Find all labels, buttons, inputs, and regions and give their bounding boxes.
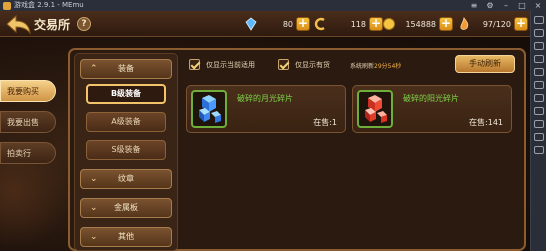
category-equipment[interactable]: ⌃ 装备 bbox=[80, 59, 172, 79]
gold-coin-icon bbox=[383, 18, 395, 30]
category-equipment-label: 装备 bbox=[118, 64, 134, 73]
settings-icon[interactable]: ⚙ bbox=[484, 0, 496, 11]
refresh-countdown: 29分54秒 bbox=[374, 63, 402, 70]
chevron-up-icon: ⌃ bbox=[90, 64, 98, 74]
category-other[interactable]: ⌄ 其他 bbox=[80, 227, 172, 247]
stamina-resource: 97/120 + bbox=[457, 16, 528, 32]
refresh-timer: 系统刷新29分54秒 bbox=[350, 61, 401, 70]
gold-value: 154888 bbox=[405, 19, 436, 29]
crystal-resource: 80 + bbox=[243, 16, 310, 32]
emulator-title-bar: 游戏盒 2.9.1 - MEmu ≡ ⚙ – □ × bbox=[0, 0, 546, 11]
window-title: 游戏盒 2.9.1 - MEmu bbox=[14, 1, 84, 9]
c-token-resource: 118 + bbox=[314, 16, 383, 32]
page-header: 交易所 ? 80 + 118 + 154888 + 97/120 + bbox=[0, 11, 530, 37]
item-stock: 在售:141 bbox=[469, 118, 503, 127]
subcategory-s-equipment[interactable]: S级装备 bbox=[86, 140, 166, 160]
keyboard-icon[interactable] bbox=[533, 29, 544, 37]
category-emblem-label: 纹章 bbox=[118, 174, 134, 183]
subcategory-b-equipment[interactable]: B级装备 bbox=[86, 84, 166, 104]
chevron-down-icon: ⌄ bbox=[90, 174, 98, 184]
chevron-down-icon: ⌄ bbox=[90, 232, 98, 242]
in-stock-only-checkbox[interactable] bbox=[278, 59, 289, 70]
gold-resource: 154888 + bbox=[382, 16, 453, 32]
item-frame bbox=[357, 90, 393, 128]
app-icon bbox=[3, 1, 11, 10]
category-other-label: 其他 bbox=[118, 232, 134, 241]
tab-auction[interactable]: 拍卖行 bbox=[0, 142, 56, 164]
fullscreen-icon[interactable] bbox=[533, 16, 544, 24]
add-crystal-button[interactable]: + bbox=[296, 17, 310, 31]
category-metal[interactable]: ⌄ 金属板 bbox=[80, 198, 172, 218]
help-button[interactable]: ? bbox=[77, 17, 91, 31]
category-metal-label: 金属板 bbox=[114, 203, 138, 212]
in-stock-only-label: 仅显示有货 bbox=[295, 61, 330, 69]
screenshot-icon[interactable] bbox=[533, 55, 544, 63]
item-frame bbox=[191, 90, 227, 128]
c-token-value: 118 bbox=[350, 19, 366, 29]
item-name: 破碎的月光碎片 bbox=[237, 94, 293, 103]
sunlight-shard-icon bbox=[365, 95, 387, 123]
manual-refresh-button[interactable]: 手动刷新 bbox=[455, 55, 515, 73]
add-gold-button[interactable]: + bbox=[439, 17, 453, 31]
chevron-down-icon: ⌄ bbox=[90, 203, 98, 213]
add-stamina-button[interactable]: + bbox=[514, 17, 528, 31]
item-stock: 在售:1 bbox=[313, 118, 337, 127]
folder-icon[interactable] bbox=[533, 94, 544, 102]
shake-icon[interactable] bbox=[533, 81, 544, 89]
game-screen: 游戏盒 2.9.1 - MEmu ≡ ⚙ – □ × 交易所 ? 80 + 11… bbox=[0, 0, 546, 251]
stamina-icon bbox=[460, 17, 469, 30]
tab-sell[interactable]: 我要出售 bbox=[0, 111, 56, 133]
item-name: 破碎的阳光碎片 bbox=[403, 94, 459, 103]
multi-window-icon[interactable] bbox=[533, 120, 544, 128]
rotate-icon[interactable] bbox=[533, 133, 544, 141]
back-arrow-icon[interactable] bbox=[4, 13, 32, 35]
crystal-value: 80 bbox=[282, 19, 293, 29]
subcategory-a-equipment[interactable]: A级装备 bbox=[86, 112, 166, 132]
more-icon[interactable] bbox=[533, 146, 544, 154]
category-emblem[interactable]: ⌄ 纹章 bbox=[80, 169, 172, 189]
item-card[interactable]: 破碎的阳光碎片 在售:141 bbox=[352, 85, 512, 133]
maximize-icon[interactable]: □ bbox=[516, 0, 528, 11]
stamina-value: 97/120 bbox=[482, 19, 511, 29]
volume-icon[interactable] bbox=[533, 42, 544, 50]
emulator-toolbar bbox=[530, 11, 546, 251]
usable-only-label: 仅显示当前适用 bbox=[206, 61, 255, 69]
tab-buy[interactable]: 我要购买 bbox=[0, 80, 56, 102]
page-title: 交易所 bbox=[34, 18, 71, 32]
background-art bbox=[0, 150, 70, 251]
usable-only-checkbox[interactable] bbox=[189, 59, 200, 70]
filter-bar: 仅显示当前适用 仅显示有货 系统刷新29分54秒 手动刷新 bbox=[182, 53, 522, 75]
close-icon[interactable]: × bbox=[532, 0, 544, 11]
refresh-prefix: 系统刷新 bbox=[350, 63, 375, 70]
item-card[interactable]: 破碎的月光碎片 在售:1 bbox=[186, 85, 346, 133]
crystal-icon bbox=[245, 17, 257, 31]
add-c-token-button[interactable]: + bbox=[369, 17, 383, 31]
apk-icon[interactable] bbox=[533, 107, 544, 115]
c-token-icon bbox=[314, 17, 325, 31]
moonlight-shard-icon bbox=[199, 95, 221, 123]
menu-icon[interactable]: ≡ bbox=[468, 0, 480, 11]
location-icon[interactable] bbox=[533, 68, 544, 76]
minimize-icon[interactable]: – bbox=[500, 0, 512, 11]
